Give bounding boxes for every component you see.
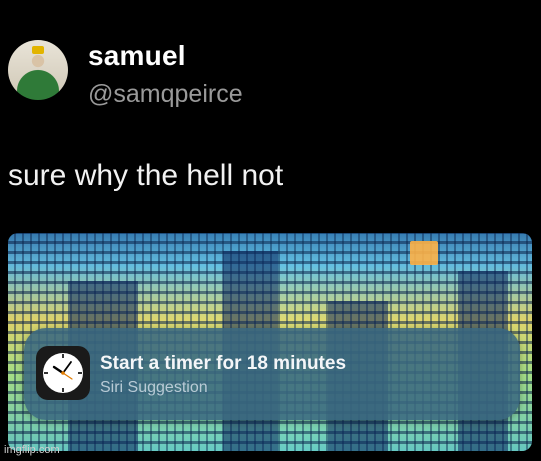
post-text: sure why the hell not <box>8 159 284 192</box>
post-header: samuel @samqpeirce <box>8 36 308 112</box>
clock-icon <box>36 346 90 400</box>
notification-title: Start a timer for 18 minutes <box>100 353 347 374</box>
display-name[interactable]: samuel <box>88 40 186 72</box>
user-handle[interactable]: @samqpeirce <box>88 80 243 109</box>
window-glow <box>410 241 438 265</box>
avatar[interactable] <box>8 40 68 100</box>
siri-suggestion-notification[interactable]: Start a timer for 18 minutes Siri Sugges… <box>24 328 520 420</box>
notification-subtitle: Siri Suggestion <box>100 379 208 396</box>
watermark: imgflip.com <box>4 444 60 456</box>
